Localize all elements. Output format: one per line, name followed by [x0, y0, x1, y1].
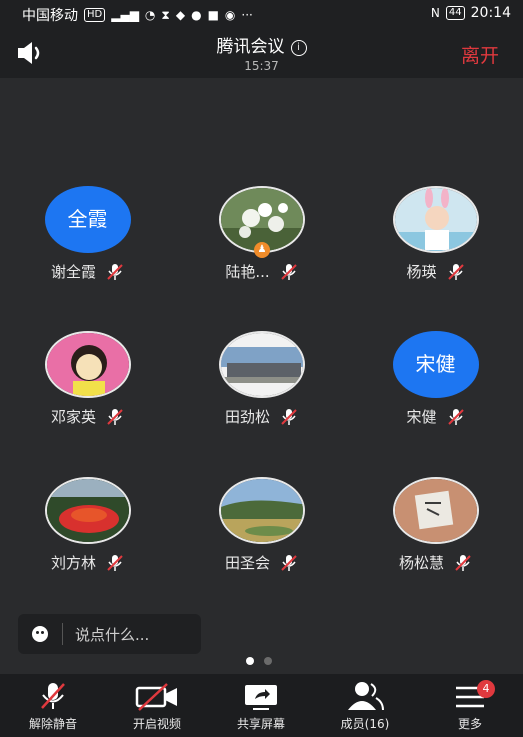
- building-photo-image: [220, 333, 303, 396]
- members-label: 成员(16): [340, 717, 390, 731]
- participant-tile[interactable]: 邓家英: [0, 331, 175, 427]
- battery-icon: 44: [445, 6, 465, 20]
- participant-name: 杨松慧: [398, 554, 444, 572]
- clock: 20:14: [470, 5, 511, 21]
- mic-muted-icon: [455, 554, 471, 571]
- meeting-elapsed-time: 15:37: [244, 59, 279, 73]
- members-icon: [348, 682, 384, 711]
- participant-tile[interactable]: 田圣会: [174, 477, 349, 573]
- info-icon[interactable]: i: [290, 40, 307, 56]
- start-video-button[interactable]: 开启视频: [112, 680, 202, 732]
- more-dots-icon: ···: [241, 8, 253, 22]
- avatar: [44, 477, 131, 544]
- more-label: 更多: [457, 717, 482, 731]
- app-notification-icon: ◆: [175, 8, 186, 22]
- page-dot[interactable]: [264, 657, 272, 665]
- mic-muted-icon: [447, 408, 464, 425]
- notification-badge: 4: [477, 680, 495, 698]
- mic-muted-icon: [107, 263, 123, 280]
- avatar: [218, 331, 305, 398]
- hd-icon: HD: [84, 8, 106, 22]
- more-button[interactable]: 4 更多: [425, 680, 515, 732]
- carrier-label: 中国移动: [22, 8, 78, 24]
- penguin-icon: ●: [191, 8, 202, 22]
- participant-tile[interactable]: ♟ 陆艳...: [174, 186, 349, 282]
- participant-name: 邓家英: [50, 408, 96, 426]
- mic-muted-icon: [107, 408, 123, 425]
- flowerbed-photo-image: [46, 479, 129, 542]
- host-badge-icon: ♟: [254, 242, 270, 258]
- avatar: [44, 331, 131, 398]
- participant-name: 田劲松: [224, 408, 270, 426]
- share-screen-icon: [245, 685, 277, 710]
- status-bar: 中国移动 HD ▂▄▆ ◔ ⧗ ◆ ● ■ ◉ ··· N 44 20:14: [0, 0, 523, 28]
- meeting-header: 腾讯会议 i 15:37 离开: [0, 28, 523, 78]
- video-off-icon: [135, 683, 177, 711]
- mic-muted-icon: [281, 554, 297, 571]
- participant-name: 刘方林: [50, 554, 96, 572]
- start-video-label: 开启视频: [132, 717, 181, 731]
- mic-muted-icon: [281, 408, 297, 425]
- divider: [62, 623, 63, 645]
- participant-tile[interactable]: 杨松慧: [348, 477, 523, 573]
- mic-muted-icon: [107, 554, 123, 571]
- app-icon: ■: [207, 8, 219, 22]
- participant-name: 谢全霞: [50, 263, 96, 281]
- avatar: 宋健: [392, 331, 479, 398]
- share-screen-button[interactable]: 共享屏幕: [216, 680, 306, 732]
- mic-muted-icon: [41, 683, 65, 709]
- participant-tile[interactable]: 宋健 宋健: [348, 331, 523, 427]
- participant-tile[interactable]: 田劲松: [174, 331, 349, 427]
- participant-name: 宋健: [406, 408, 437, 426]
- avatar: [392, 186, 479, 253]
- unmute-label: 解除静音: [28, 717, 77, 731]
- wechat-icon: ◉: [224, 8, 236, 22]
- chat-placeholder: 说点什么...: [75, 625, 150, 644]
- landscape-photo-image: [220, 479, 303, 542]
- wifi-icon: ◔: [144, 8, 156, 22]
- signal-icon: ▂▄▆: [111, 8, 139, 22]
- avatar: [218, 477, 305, 544]
- bottom-toolbar: 解除静音 开启视频 共享屏幕 成员(16) 4 更多: [0, 674, 523, 737]
- child-photo-image: [394, 188, 477, 251]
- mic-muted-icon: [447, 263, 464, 280]
- participant-name: 陆艳...: [225, 263, 270, 281]
- members-button[interactable]: 成员(16): [320, 680, 410, 732]
- emoji-icon[interactable]: [32, 626, 48, 642]
- avatar: [392, 477, 479, 544]
- chat-input[interactable]: 说点什么...: [18, 614, 201, 654]
- cartoon-drawing-image: [46, 333, 129, 396]
- meeting-title[interactable]: 腾讯会议: [217, 37, 285, 57]
- participant-name: 田圣会: [224, 554, 270, 572]
- avatar: 全霞: [44, 186, 131, 253]
- nfc-icon: N: [430, 6, 440, 20]
- participant-tile[interactable]: 杨瑛: [348, 186, 523, 282]
- participant-name: 杨瑛: [406, 263, 437, 281]
- page-dot-active[interactable]: [246, 657, 254, 665]
- leave-button[interactable]: 离开: [461, 41, 499, 68]
- page-indicator[interactable]: [246, 657, 272, 665]
- unmute-button[interactable]: 解除静音: [8, 680, 98, 732]
- hourglass-icon: ⧗: [161, 7, 170, 22]
- mic-muted-icon: [280, 263, 297, 280]
- card-photo-image: [394, 479, 477, 542]
- share-screen-label: 共享屏幕: [236, 717, 285, 731]
- participant-tile[interactable]: 全霞 谢全霞: [0, 186, 175, 282]
- participant-tile[interactable]: 刘方林: [0, 477, 175, 573]
